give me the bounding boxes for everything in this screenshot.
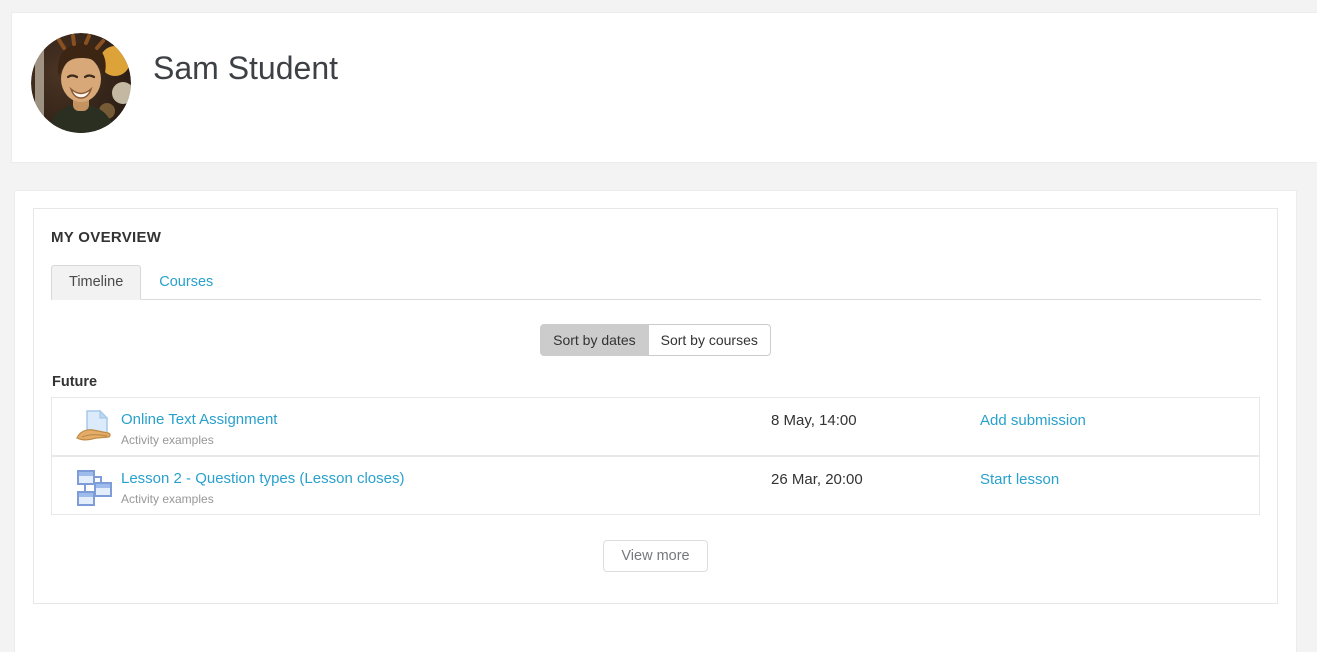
sort-button-group: Sort by dates Sort by courses	[51, 324, 1260, 356]
lesson-icon	[74, 467, 114, 507]
overview-tab-bar: Timeline Courses	[51, 265, 1261, 300]
dashboard-region: MY OVERVIEW Timeline Courses Sort by dat…	[14, 190, 1297, 652]
tab-timeline[interactable]: Timeline	[51, 265, 141, 300]
timeline-tab-content: Sort by dates Sort by courses Future Onl…	[34, 324, 1277, 572]
event-course-name: Activity examples	[121, 492, 404, 506]
view-more-button[interactable]: View more	[603, 540, 707, 572]
event-course-name: Activity examples	[121, 433, 277, 447]
avatar	[31, 33, 131, 133]
my-overview-block: MY OVERVIEW Timeline Courses Sort by dat…	[33, 208, 1278, 604]
sort-by-dates-button[interactable]: Sort by dates	[540, 324, 649, 356]
timeline-event-row: Online Text Assignment Activity examples…	[51, 397, 1260, 456]
event-due-date: 26 Mar, 20:00	[771, 469, 980, 488]
timeline-section-heading: Future	[52, 374, 1260, 390]
event-title-link[interactable]: Lesson 2 - Question types (Lesson closes…	[121, 470, 404, 487]
event-due-date: 8 May, 14:00	[771, 410, 980, 429]
sort-by-courses-button[interactable]: Sort by courses	[648, 324, 771, 356]
page-title-user-name: Sam Student	[153, 51, 338, 86]
block-title: MY OVERVIEW	[51, 229, 1277, 246]
event-title-link[interactable]: Online Text Assignment	[121, 411, 277, 428]
event-action-link[interactable]: Add submission	[980, 412, 1086, 429]
profile-header-card: Sam Student	[11, 12, 1317, 163]
tab-courses[interactable]: Courses	[141, 265, 231, 300]
event-action-link[interactable]: Start lesson	[980, 471, 1059, 488]
timeline-event-row: Lesson 2 - Question types (Lesson closes…	[51, 456, 1260, 515]
assignment-icon	[74, 408, 114, 448]
avatar-photo	[31, 33, 131, 133]
